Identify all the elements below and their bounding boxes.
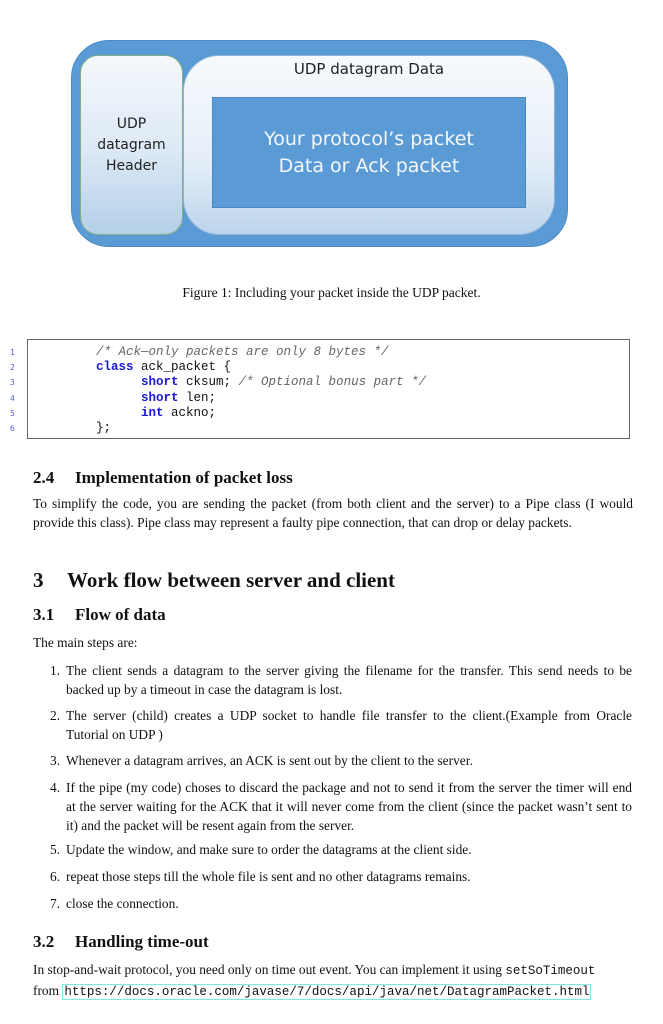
list-item: 2. The server (child) creates a UDP socke… bbox=[50, 706, 632, 744]
code-line: short cksum; /* Optional bonus part */ bbox=[96, 375, 426, 389]
list-number: 7. bbox=[50, 896, 61, 911]
packet-line: Data or Ack packet bbox=[278, 154, 460, 177]
line-number: 4 bbox=[10, 394, 15, 403]
udp-data-title: UDP datagram Data bbox=[293, 60, 445, 78]
line-number: 5 bbox=[10, 409, 15, 418]
section-title: Work flow between server and client bbox=[67, 568, 395, 592]
section-heading-3-1: 3.1 Flow of data bbox=[33, 605, 166, 625]
list-text: The client sends a datagram to the serve… bbox=[66, 663, 632, 697]
steps-intro: The main steps are: bbox=[33, 635, 138, 650]
list-item: 6. repeat those steps till the whole file… bbox=[50, 867, 632, 886]
code-line: class ack_packet { bbox=[96, 360, 231, 374]
code-comment: /* Optional bonus part */ bbox=[238, 375, 427, 389]
list-item: 7. close the connection. bbox=[50, 894, 632, 913]
body-text: from bbox=[33, 983, 63, 998]
section-number: 2.4 bbox=[33, 468, 55, 487]
code-line: short len; bbox=[96, 391, 216, 405]
list-text: Whenever a datagram arrives, an ACK is s… bbox=[66, 753, 473, 768]
header-line: datagram bbox=[97, 136, 166, 153]
line-number: 1 bbox=[10, 348, 15, 357]
section-title: Flow of data bbox=[75, 605, 166, 624]
list-text: The server (child) creates a UDP socket … bbox=[66, 708, 632, 742]
code-line: /* Ack—only packets are only 8 bytes */ bbox=[96, 345, 389, 359]
packet-line: Your protocol’s packet bbox=[264, 127, 474, 150]
code-text: ack_packet { bbox=[133, 360, 232, 374]
line-number: 3 bbox=[10, 378, 15, 387]
line-number: 6 bbox=[10, 424, 15, 433]
list-number: 3. bbox=[50, 753, 61, 768]
list-text: If the pipe (my code) choses to discard … bbox=[66, 780, 632, 833]
list-item: 5. Update the window, and make sure to or… bbox=[50, 840, 632, 859]
section-title: Handling time-out bbox=[75, 932, 209, 951]
section-number: 3.2 bbox=[33, 932, 55, 951]
section-3-2-body: In stop-and-wait protocol, you need only… bbox=[33, 960, 643, 1002]
list-number: 6. bbox=[50, 869, 61, 884]
code-keyword: short bbox=[141, 391, 179, 405]
list-number: 1. bbox=[50, 663, 61, 678]
section-number: 3 bbox=[33, 568, 44, 592]
section-number: 3.1 bbox=[33, 605, 55, 624]
code-text: cksum; bbox=[178, 375, 239, 389]
header-line: Header bbox=[106, 157, 157, 174]
code-line: int ackno; bbox=[96, 406, 216, 420]
protocol-packet-box: Your protocol’s packet Data or Ack packe… bbox=[212, 97, 526, 208]
list-text: repeat those steps till the whole file i… bbox=[66, 869, 471, 884]
code-line: }; bbox=[96, 421, 111, 435]
code-keyword: int bbox=[141, 406, 164, 420]
section-2-4-body: To simplify the code, you are sending th… bbox=[33, 496, 633, 530]
code-text: len; bbox=[178, 391, 217, 405]
figure-caption: Figure 1: Including your packet inside t… bbox=[182, 285, 481, 300]
section-heading-3: 3 Work flow between server and client bbox=[33, 568, 395, 593]
list-number: 2. bbox=[50, 708, 61, 723]
list-item: 4. If the pipe (my code) choses to discar… bbox=[50, 778, 632, 835]
list-number: 4. bbox=[50, 780, 61, 795]
list-item: 3. Whenever a datagram arrives, an ACK is… bbox=[50, 751, 632, 770]
line-number: 2 bbox=[10, 363, 15, 372]
code-comment: /* Ack—only packets are only 8 bytes */ bbox=[96, 345, 389, 359]
list-number: 5. bbox=[50, 842, 61, 857]
header-line: UDP bbox=[116, 115, 147, 132]
section-title: Implementation of packet loss bbox=[75, 468, 293, 487]
code-text: ackno; bbox=[163, 406, 217, 420]
list-item: 1. The client sends a datagram to the ser… bbox=[50, 661, 632, 699]
section-heading-2-4: 2.4 Implementation of packet loss bbox=[33, 468, 293, 488]
body-text: In stop-and-wait protocol, you need only… bbox=[33, 962, 506, 977]
list-text: close the connection. bbox=[66, 896, 179, 911]
code-keyword: class bbox=[96, 360, 134, 374]
oracle-docs-link[interactable]: https://docs.oracle.com/javase/7/docs/ap… bbox=[62, 984, 592, 1000]
udp-header-box: UDP datagram Header bbox=[80, 55, 183, 235]
code-text: }; bbox=[96, 421, 112, 435]
code-keyword: short bbox=[141, 375, 179, 389]
code-term: setSoTimeout bbox=[505, 964, 596, 978]
section-heading-3-2: 3.2 Handling time-out bbox=[33, 932, 209, 952]
list-text: Update the window, and make sure to orde… bbox=[66, 842, 472, 857]
